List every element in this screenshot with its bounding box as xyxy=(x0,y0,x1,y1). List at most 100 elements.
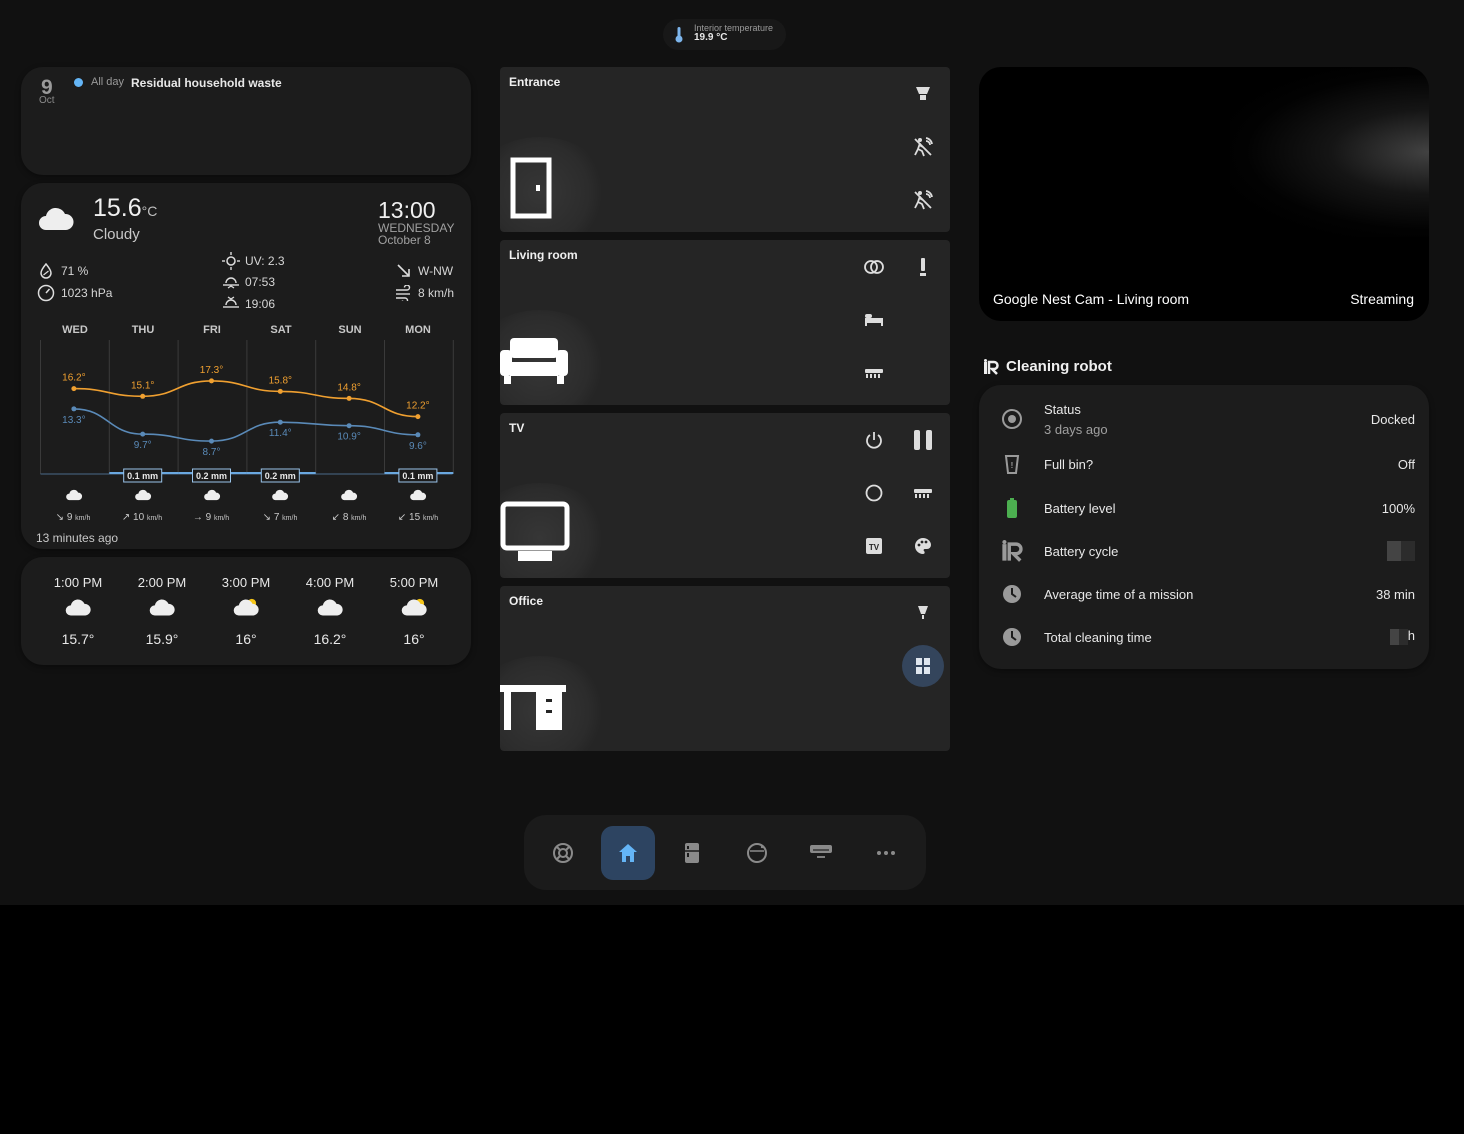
calendar-month: Oct xyxy=(39,95,55,106)
hourly-temp: 16° xyxy=(403,631,425,647)
robot-row-value: 38 min xyxy=(1375,587,1415,602)
motion-sensor-icon xyxy=(914,137,933,157)
robot-vacuum-icon xyxy=(1002,409,1022,429)
window-blind-button[interactable] xyxy=(902,645,944,687)
forecast-day: SUN xyxy=(338,324,362,336)
nav-air-conditioner[interactable] xyxy=(794,826,848,880)
wind-icon xyxy=(396,285,411,301)
motion-sensor-button[interactable] xyxy=(905,182,941,218)
forecast-low-series xyxy=(73,408,418,442)
tv-box-icon: TV xyxy=(866,538,882,554)
camera-footer xyxy=(979,236,1429,321)
forecast-wind: → 9 km/h xyxy=(192,512,230,523)
partly-sunny-icon xyxy=(233,598,259,616)
robot-row-sub: 3 days ago xyxy=(1044,422,1108,437)
forecast-high-point xyxy=(277,388,283,394)
robot-section-title: Cleaning robot xyxy=(1006,358,1112,375)
forecast-low-label: 9.6° xyxy=(409,441,427,452)
robot-row-value xyxy=(1300,541,1415,564)
floor-lamp-button[interactable] xyxy=(905,249,941,285)
forecast-low-point xyxy=(277,419,283,425)
robot-vacuum-icon xyxy=(747,843,767,863)
forecast-low-label: 9.7° xyxy=(134,440,152,451)
cloudy-icon xyxy=(65,599,91,616)
hourly-time: 2:00 PM xyxy=(137,575,187,590)
room-card-office[interactable]: Office xyxy=(500,586,950,751)
palette-button[interactable] xyxy=(905,528,941,564)
forecast-day: SAT xyxy=(270,324,292,336)
bed-lamp-button[interactable] xyxy=(856,302,892,338)
redacted-value xyxy=(1389,628,1408,645)
room-title: Office xyxy=(509,594,544,608)
forecast-day: THU xyxy=(131,324,155,336)
dashboard: Interior temperature 19.9 °C 9 Oct All d… xyxy=(0,0,1464,905)
motion-sensor-icon xyxy=(914,190,933,210)
nav-more[interactable] xyxy=(859,826,913,880)
precipitation-label: 0.2 mm xyxy=(265,471,296,481)
scene-button[interactable] xyxy=(856,249,892,285)
interior-temperature-chip[interactable]: Interior temperature 19.9 °C xyxy=(663,19,786,50)
trash-can-icon: ! xyxy=(1004,455,1020,474)
current-time: 13:00 xyxy=(378,197,436,223)
room-card-entrance[interactable]: Entrance xyxy=(500,67,950,232)
hourly-temp: 15.9° xyxy=(145,631,179,647)
forecast-high-point xyxy=(209,378,214,384)
sunset-time: 19:06 xyxy=(245,297,276,311)
cloudy-icon xyxy=(66,489,83,501)
clock-icon xyxy=(1003,585,1021,603)
room-card-living-room[interactable]: Living room xyxy=(500,240,950,405)
led-strip-button[interactable] xyxy=(856,355,892,391)
forecast-wind: ↙ 15 km/h xyxy=(397,512,439,523)
ceiling-light-button[interactable] xyxy=(905,76,941,112)
precipitation-label: 0.1 mm xyxy=(127,471,158,481)
calendar-event-dot xyxy=(74,78,83,87)
tv-source-button[interactable]: TV xyxy=(856,528,892,564)
nav-fridge[interactable] xyxy=(665,826,719,880)
motion-sensor-button[interactable] xyxy=(905,129,941,165)
forecast-high-series xyxy=(73,380,418,418)
forecast-high-point xyxy=(415,414,421,420)
nav-home[interactable] xyxy=(601,826,655,880)
wind-direction-icon xyxy=(397,264,410,277)
led-strip-icon xyxy=(865,369,883,378)
cloudy-icon xyxy=(317,599,343,616)
tv-icon xyxy=(500,501,570,561)
interior-temperature-value: 19.9 °C xyxy=(694,32,728,43)
nav-lifebuoy[interactable] xyxy=(536,826,590,880)
robot-row-value: Off xyxy=(1397,457,1415,472)
door-icon xyxy=(510,157,552,219)
irobot-icon xyxy=(984,359,999,375)
sofa-icon xyxy=(500,338,568,384)
camera-name: Google Nest Cam - Living room xyxy=(993,291,1190,307)
forecast-wind: ↘ 7 km/h xyxy=(262,512,298,523)
forecast-low-label: 10.9° xyxy=(337,432,360,443)
forecast-high-label: 16.2° xyxy=(62,373,85,384)
ceiling-light-icon xyxy=(916,87,930,100)
robot-row-value: Docked xyxy=(1370,412,1415,427)
desk-lamp-button[interactable] xyxy=(905,595,941,631)
forecast-high-label: 12.2° xyxy=(406,401,429,412)
hourly-time: 3:00 PM xyxy=(221,575,271,590)
hourly-temp: 15.7° xyxy=(61,631,95,647)
power-button[interactable] xyxy=(856,422,892,458)
more-icon xyxy=(877,851,895,855)
calendar-event-title[interactable]: Residual household waste xyxy=(131,76,282,90)
camera-image xyxy=(1230,67,1429,237)
room-card-tv[interactable]: TV TV xyxy=(500,413,950,578)
thermometer-icon xyxy=(675,27,683,43)
desk-icon xyxy=(500,685,566,730)
weather-updated: 13 minutes ago xyxy=(36,531,119,545)
hourly-time: 5:00 PM xyxy=(389,575,439,590)
forecast-low-label: 8.7° xyxy=(203,447,221,458)
forecast-high-point xyxy=(346,395,352,401)
sunrise-time: 07:53 xyxy=(245,275,276,289)
led-strip-button[interactable] xyxy=(905,475,941,511)
battery-full-icon xyxy=(1007,498,1017,518)
home-icon xyxy=(619,844,637,862)
wind-direction: W-NW xyxy=(418,264,454,278)
nav-robot-vacuum[interactable] xyxy=(730,826,784,880)
palette-icon xyxy=(915,538,931,554)
circle-button[interactable] xyxy=(856,475,892,511)
camera-state: Streaming xyxy=(1350,291,1414,307)
speakers-button[interactable] xyxy=(905,422,941,458)
